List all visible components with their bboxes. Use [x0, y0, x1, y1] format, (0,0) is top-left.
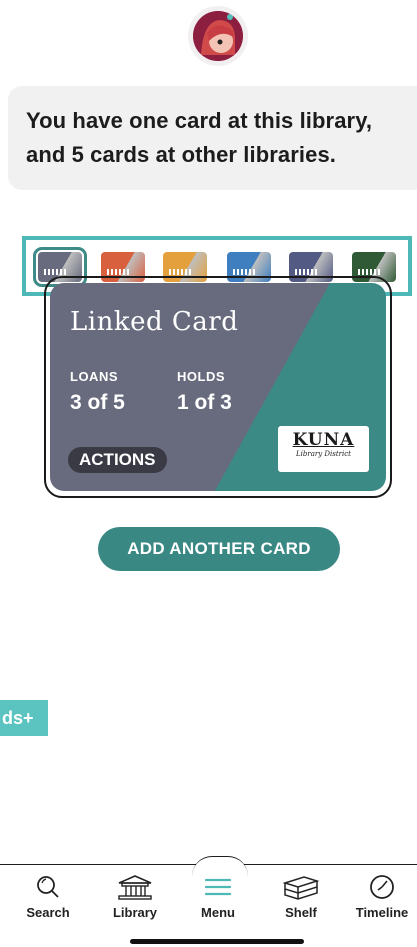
card-title: Linked Card	[70, 307, 239, 337]
home-indicator	[130, 939, 304, 944]
add-another-card-button[interactable]: ADD ANOTHER CARD	[98, 527, 340, 571]
cards-summary-text: You have one card at this library, and 5…	[26, 108, 373, 167]
avatar-icon	[193, 11, 243, 61]
barcode-icon	[295, 269, 319, 275]
holds-value: 1 of 3	[177, 391, 232, 414]
holds-label: HOLDS	[177, 369, 225, 384]
library-logo: KUNA Library District	[278, 426, 369, 472]
tab-menu[interactable]: Menu	[178, 873, 258, 920]
menu-icon	[204, 878, 232, 896]
side-cue-label: ds+	[2, 708, 34, 728]
barcode-icon	[358, 269, 382, 275]
tab-shelf[interactable]: Shelf	[261, 873, 341, 920]
shelf-icon	[282, 876, 320, 900]
logo-name: KUNA	[292, 430, 355, 450]
logo-subtitle: Library District	[296, 450, 351, 458]
library-card[interactable]: Linked Card LOANS 3 of 5 HOLDS 1 of 3 AC…	[50, 283, 386, 491]
libby-avatar[interactable]	[188, 6, 248, 66]
loans-value: 3 of 5	[70, 391, 125, 414]
tab-timeline[interactable]: Timeline	[342, 873, 417, 920]
bottom-tab-bar: Search Library Menu Shelf Timeline	[0, 864, 417, 947]
tab-library[interactable]: Library	[95, 873, 175, 920]
barcode-icon	[44, 269, 68, 275]
tab-search[interactable]: Search	[8, 873, 88, 920]
tab-label-search: Search	[26, 905, 70, 920]
tab-label-timeline: Timeline	[355, 905, 409, 920]
tab-bar-notch	[192, 856, 248, 876]
barcode-icon	[169, 269, 193, 275]
cards-summary-bubble: You have one card at this library, and 5…	[8, 86, 417, 190]
barcode-icon	[233, 269, 257, 275]
actions-button[interactable]: ACTIONS	[68, 447, 167, 473]
tab-label-library: Library	[112, 905, 158, 920]
search-icon	[37, 876, 59, 898]
tab-label-shelf: Shelf	[285, 905, 317, 920]
library-icon	[118, 875, 152, 900]
side-cue-tab[interactable]: ds+	[0, 700, 48, 736]
timeline-icon	[370, 875, 394, 899]
tab-label-menu: Menu	[201, 905, 235, 920]
loans-label: LOANS	[70, 369, 118, 384]
barcode-icon	[107, 269, 131, 275]
